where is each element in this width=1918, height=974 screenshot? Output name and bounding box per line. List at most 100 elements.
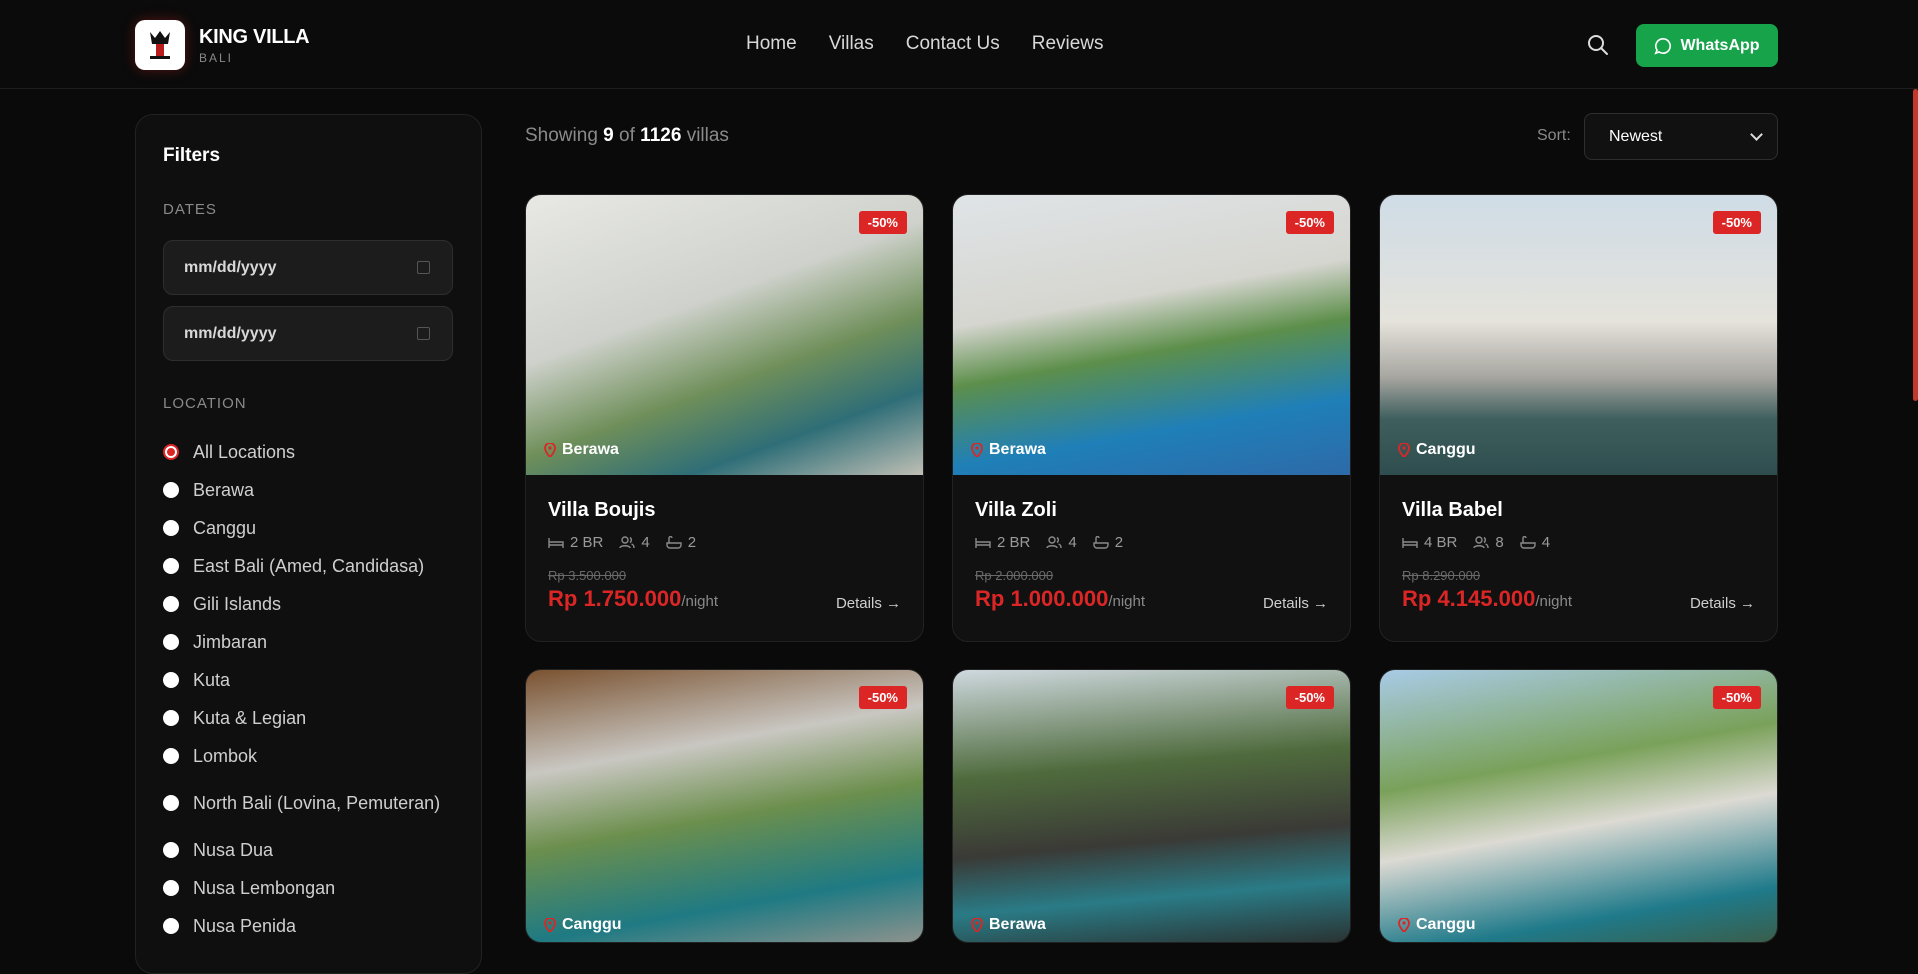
radio-button[interactable] bbox=[163, 444, 179, 460]
location-option[interactable]: Canggu bbox=[163, 509, 463, 547]
location-option[interactable]: East Bali (Amed, Candidasa) bbox=[163, 547, 463, 585]
location-option-label: Berawa bbox=[193, 479, 255, 500]
villa-photo[interactable]: -50% Berawa bbox=[953, 670, 1350, 942]
location-option[interactable]: Kuta & Legian bbox=[163, 699, 463, 737]
villa-photo[interactable]: -50% Berawa bbox=[953, 195, 1350, 475]
nav-reviews[interactable]: Reviews bbox=[1032, 33, 1104, 55]
calendar-icon[interactable] bbox=[417, 327, 430, 340]
radio-button[interactable] bbox=[163, 634, 179, 650]
location-option-label: Nusa Penida bbox=[193, 915, 297, 936]
villa-title[interactable]: Villa Babel bbox=[1402, 499, 1755, 522]
price-value: Rp 4.145.000 bbox=[1402, 586, 1536, 611]
radio-button[interactable] bbox=[163, 482, 179, 498]
location-option[interactable]: Berawa bbox=[163, 471, 463, 509]
location-option-label: Gili Islands bbox=[193, 593, 282, 614]
search-icon[interactable] bbox=[1586, 33, 1612, 59]
location-option-label: Kuta & Legian bbox=[193, 707, 307, 728]
check-out-date-field[interactable]: mm/dd/yyyy bbox=[163, 306, 453, 361]
guests-icon bbox=[1473, 536, 1490, 549]
villa-card[interactable]: -50% Canggu bbox=[525, 669, 924, 943]
brand-name: KING VILLA bbox=[199, 25, 310, 48]
card-body: Villa Babel 4 BR 8 4 Rp 8.290.000 Rp 4.1… bbox=[1380, 475, 1777, 641]
location-tag: Berawa bbox=[971, 916, 1046, 934]
location-option[interactable]: All Locations bbox=[163, 433, 463, 471]
villa-meta: 4 BR 8 4 bbox=[1402, 534, 1755, 551]
villa-card[interactable]: -50% Berawa bbox=[952, 669, 1351, 943]
location-tag: Canggu bbox=[1398, 916, 1476, 934]
discount-badge: -50% bbox=[1712, 211, 1761, 234]
location-option[interactable]: North Bali (Lovina, Pemuteran) bbox=[163, 775, 463, 831]
price-value: Rp 1.000.000 bbox=[975, 586, 1109, 611]
guests: 4 bbox=[641, 534, 650, 551]
villa-photo[interactable]: -50% Canggu bbox=[1380, 670, 1777, 942]
villa-photo[interactable]: -50% Canggu bbox=[526, 670, 923, 942]
location-option[interactable]: Nusa Lembongan bbox=[163, 869, 463, 907]
details-link[interactable]: Details → bbox=[1263, 595, 1328, 612]
villa-card[interactable]: -50% Canggu bbox=[1379, 669, 1778, 943]
villa-card[interactable]: -50% Berawa Villa Zoli 2 BR 4 2 Rp 2.000… bbox=[952, 194, 1351, 642]
radio-button[interactable] bbox=[163, 558, 179, 574]
sort-select[interactable]: Newest bbox=[1584, 113, 1778, 160]
arrow-right-icon: → bbox=[1740, 595, 1755, 612]
discount-badge: -50% bbox=[1285, 211, 1334, 234]
radio-button[interactable] bbox=[163, 918, 179, 934]
price-unit: /night bbox=[1108, 593, 1146, 610]
map-pin-icon bbox=[971, 918, 983, 932]
bed-icon bbox=[975, 537, 991, 548]
radio-button[interactable] bbox=[163, 672, 179, 688]
radio-button[interactable] bbox=[163, 880, 179, 896]
sort-label: Sort: bbox=[1537, 127, 1571, 144]
details-link[interactable]: Details → bbox=[1690, 595, 1755, 612]
location-option[interactable]: Kuta bbox=[163, 661, 463, 699]
brand-sub: BALI bbox=[199, 50, 234, 65]
bath-icon bbox=[1093, 536, 1109, 549]
nav-villas[interactable]: Villas bbox=[829, 33, 874, 55]
radio-button[interactable] bbox=[163, 842, 179, 858]
location-option[interactable]: Jimbaran bbox=[163, 623, 463, 661]
card-body: Villa Boujis 2 BR 4 2 Rp 3.500.000 Rp 1.… bbox=[526, 475, 923, 641]
villa-photo[interactable]: -50% Canggu bbox=[1380, 195, 1777, 475]
villa-title[interactable]: Villa Zoli bbox=[975, 499, 1328, 522]
brand-logo[interactable]: KING VILLA BALI bbox=[135, 20, 310, 70]
location-option-label: Nusa Dua bbox=[193, 839, 274, 860]
calendar-icon[interactable] bbox=[417, 261, 430, 274]
discount-price: Rp 4.145.000/night bbox=[1402, 586, 1572, 612]
check-in-date-field[interactable]: mm/dd/yyyy bbox=[163, 240, 453, 295]
location-option-label: East Bali (Amed, Candidasa) bbox=[193, 555, 425, 576]
villa-title[interactable]: Villa Boujis bbox=[548, 499, 901, 522]
price-value: Rp 1.750.000 bbox=[548, 586, 682, 611]
radio-button[interactable] bbox=[163, 596, 179, 612]
discount-badge: -50% bbox=[858, 686, 907, 709]
villa-card[interactable]: -50% Canggu Villa Babel 4 BR 8 4 Rp 8.29… bbox=[1379, 194, 1778, 642]
whatsapp-button[interactable]: WhatsApp bbox=[1636, 24, 1778, 67]
location-option[interactable]: Nusa Penida bbox=[163, 907, 463, 945]
location-tag: Berawa bbox=[544, 441, 619, 459]
location-option-label: Canggu bbox=[193, 517, 257, 538]
details-link[interactable]: Details → bbox=[836, 595, 901, 612]
bath-icon bbox=[666, 536, 682, 549]
location-name: Berawa bbox=[562, 441, 619, 458]
crown-logo-icon bbox=[135, 20, 185, 70]
location-option-label: Jimbaran bbox=[193, 631, 268, 652]
nav-contact-us[interactable]: Contact Us bbox=[906, 33, 1000, 55]
radio-button[interactable] bbox=[163, 520, 179, 536]
location-option[interactable]: Lombok bbox=[163, 737, 463, 775]
location-name: Canggu bbox=[1416, 441, 1476, 458]
location-option[interactable]: Gili Islands bbox=[163, 585, 463, 623]
villa-card[interactable]: -50% Berawa Villa Boujis 2 BR 4 2 Rp 3.5… bbox=[525, 194, 924, 642]
radio-button[interactable] bbox=[163, 795, 179, 811]
location-label: LOCATION bbox=[163, 395, 247, 412]
map-pin-icon bbox=[1398, 918, 1410, 932]
bedrooms: 2 BR bbox=[570, 534, 604, 551]
radio-button[interactable] bbox=[163, 710, 179, 726]
arrow-right-icon: → bbox=[1313, 595, 1328, 612]
bedrooms: 2 BR bbox=[997, 534, 1031, 551]
original-price: Rp 2.000.000 bbox=[975, 568, 1054, 583]
bath-icon bbox=[1520, 536, 1536, 549]
radio-button[interactable] bbox=[163, 748, 179, 764]
location-option[interactable]: Nusa Dua bbox=[163, 831, 463, 869]
bed-icon bbox=[548, 537, 564, 548]
page-scrollbar[interactable] bbox=[1913, 89, 1918, 401]
villa-photo[interactable]: -50% Berawa bbox=[526, 195, 923, 475]
nav-home[interactable]: Home bbox=[746, 33, 797, 55]
